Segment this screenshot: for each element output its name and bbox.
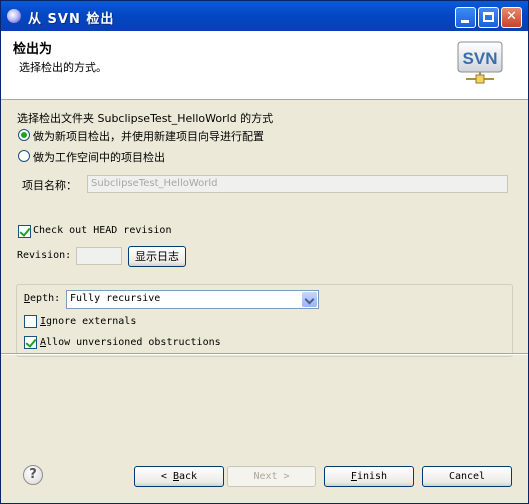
minimize-button[interactable] [455, 7, 476, 28]
radio-workspace-project-label[interactable]: 做为工作空间中的项目检出 [33, 149, 165, 165]
revision-input[interactable] [76, 247, 122, 265]
back-button[interactable]: < Back [134, 466, 224, 487]
finish-button[interactable]: Finish [324, 466, 414, 487]
svn-logo-icon: SVN [457, 41, 503, 84]
help-icon[interactable]: ? [23, 465, 43, 485]
next-button[interactable]: Next > [227, 466, 316, 487]
maximize-icon [483, 12, 494, 22]
cancel-button[interactable]: Cancel [422, 466, 512, 487]
radio-new-project-label[interactable]: 做为新项目检出，并使用新建项目向导进行配置 [33, 128, 264, 144]
ignore-externals-checkbox[interactable] [24, 315, 37, 328]
checkout-head-label[interactable]: Check out HEAD revision [33, 225, 171, 236]
show-log-button[interactable]: 显示日志 [128, 246, 186, 267]
footer-separator [1, 353, 528, 355]
project-name-input[interactable]: SubclipseTest_HelloWorld [87, 175, 508, 193]
allow-unversioned-checkbox[interactable] [24, 336, 37, 349]
allow-unversioned-label[interactable]: Allow unversioned obstructions [40, 337, 221, 348]
checkout-dialog: 从 SVN 检出 ✕ 检出为 选择检出的方式。 SVN 选择检出文件夹 Subc… [0, 0, 529, 504]
checkout-intro-text: 选择检出文件夹 SubclipseTest_HelloWorld 的方式 [17, 112, 274, 125]
wizard-header: 检出为 选择检出的方式。 SVN [1, 31, 528, 100]
project-name-label: 项目名称： [22, 179, 77, 192]
ignore-externals-label[interactable]: Ignore externals [40, 316, 136, 327]
page-title: 检出为 [13, 42, 53, 57]
checkout-head-checkbox[interactable] [18, 225, 31, 238]
page-description: 选择检出的方式。 [19, 61, 107, 74]
depth-select-value: Fully recursive [70, 293, 161, 304]
close-button[interactable]: ✕ [501, 7, 522, 28]
window-title: 从 SVN 检出 [28, 12, 115, 27]
minimize-icon [461, 20, 469, 23]
chevron-down-icon[interactable] [302, 292, 317, 307]
eclipse-app-icon [7, 9, 21, 23]
depth-select[interactable]: Fully recursive [66, 290, 319, 309]
radio-new-project[interactable] [18, 129, 30, 141]
close-icon: ✕ [506, 9, 517, 24]
radio-workspace-project[interactable] [18, 150, 30, 162]
revision-label: Revision: [17, 250, 72, 261]
svn-logo-text: SVN [463, 49, 498, 68]
depth-label: Depth: [24, 293, 61, 304]
maximize-button[interactable] [478, 7, 499, 28]
title-bar[interactable]: 从 SVN 检出 ✕ [1, 1, 528, 31]
